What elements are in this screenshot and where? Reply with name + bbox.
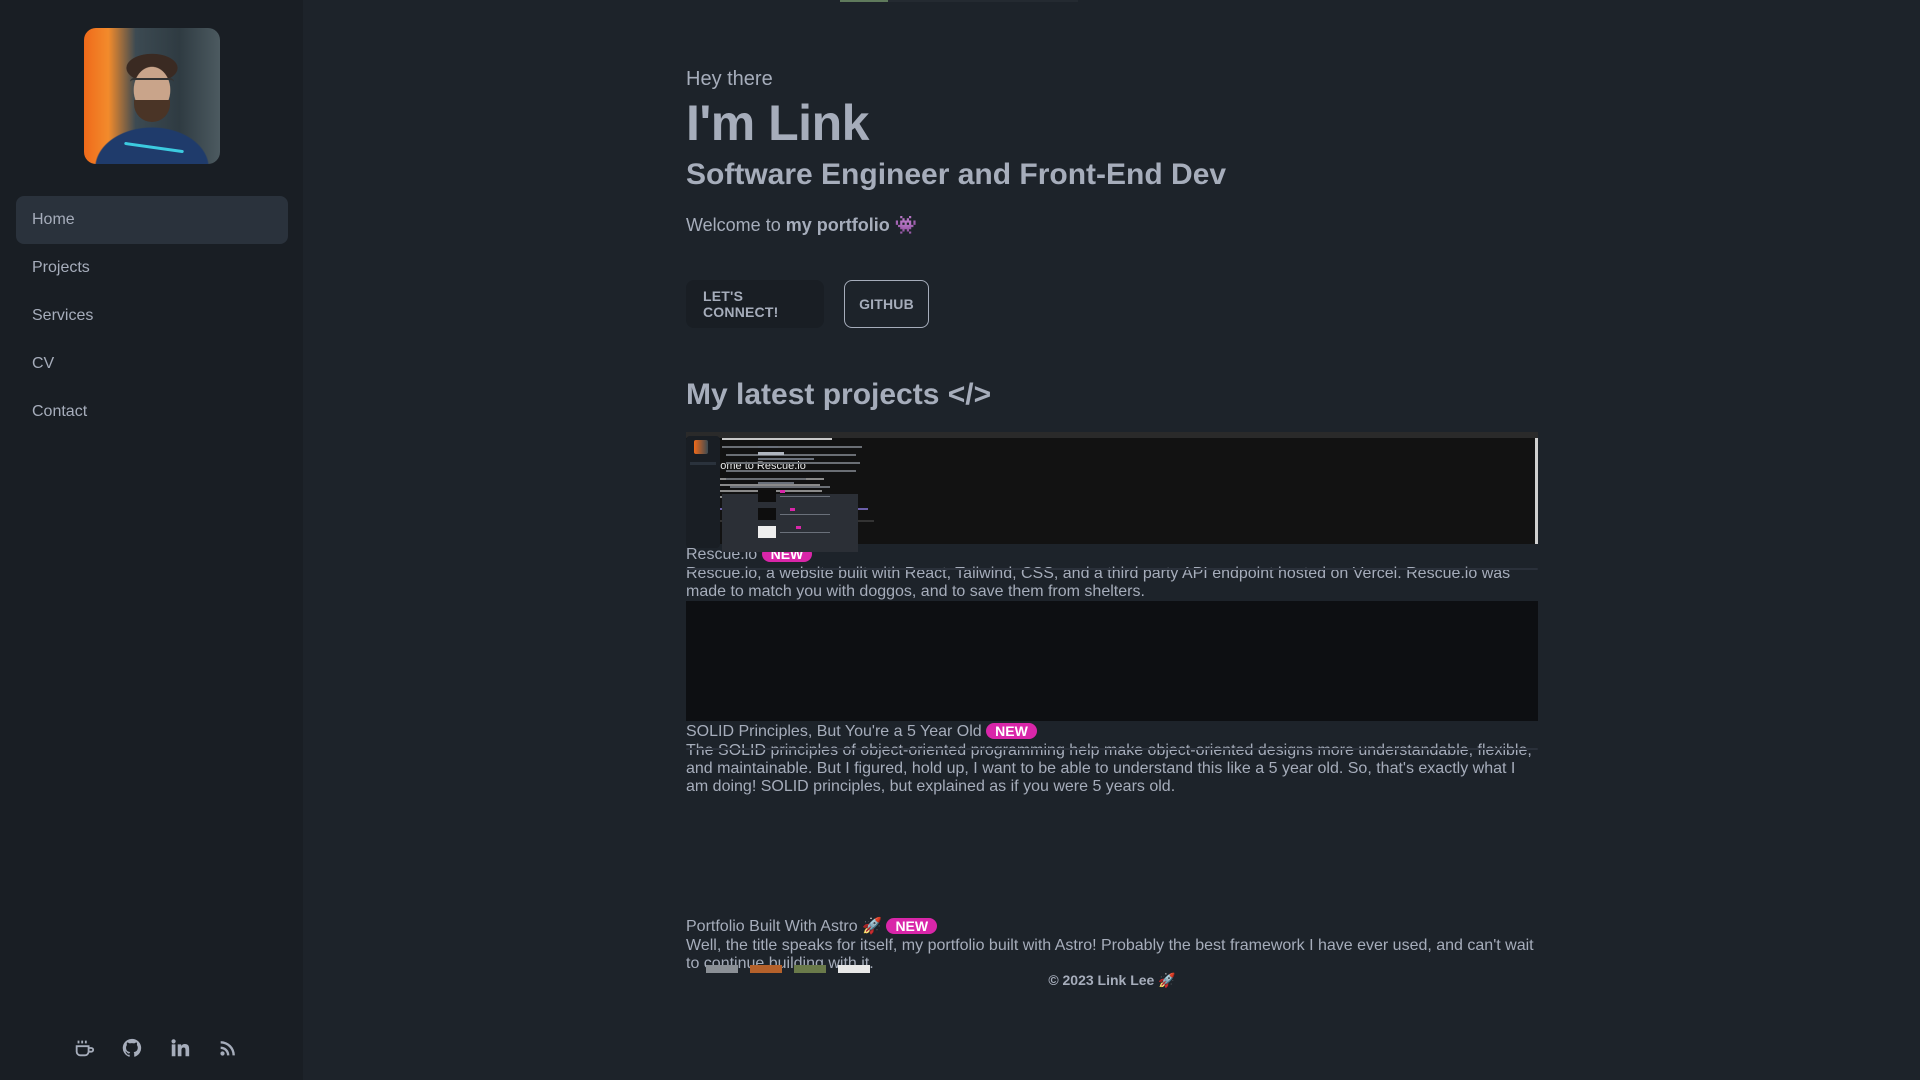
scroll-progress-fill — [840, 0, 888, 2]
thumb-line — [722, 438, 832, 440]
project-divider — [686, 748, 1538, 750]
thumb-box — [758, 508, 776, 520]
project-title-link[interactable]: SOLID Principles, But You're a 5 Year Ol… — [686, 723, 982, 740]
linkedin-icon[interactable] — [156, 1032, 204, 1064]
thumb-box — [758, 490, 776, 502]
hero-name: I'm Link — [686, 95, 869, 151]
hero-buttons: LET'S CONNECT! GITHUB — [686, 280, 929, 328]
thumb-line — [722, 446, 862, 448]
project-info-solid-principles: SOLID Principles, But You're a 5 Year Ol… — [686, 721, 1538, 796]
thumb-line — [730, 486, 830, 488]
hero-welcome: Welcome to my portfolio 👾 — [686, 215, 917, 236]
project-list: Welcome to Rescue.io Rescue.io NEW Rescu… — [686, 432, 1538, 973]
sidebar-nav: Home Projects Services CV Contact — [16, 196, 288, 436]
thumb-line — [758, 458, 814, 460]
thumb-badge — [780, 490, 785, 493]
thumb-line — [726, 454, 856, 456]
thumb-line — [758, 452, 784, 455]
rss-icon[interactable] — [204, 1032, 252, 1064]
project-thumbnail-astro-portfolio[interactable] — [686, 436, 1538, 916]
project-description: The SOLID principles of object-oriented … — [686, 742, 1532, 795]
project-divider — [686, 568, 1538, 570]
project-description: Rescue.io, a website built with React, T… — [686, 565, 1511, 600]
github-icon[interactable] — [108, 1032, 156, 1064]
avatar — [84, 28, 220, 164]
thumb-badge — [796, 526, 801, 529]
thumb-badge — [790, 508, 795, 511]
thumb-line — [780, 514, 830, 515]
avatar-shirt-stripe — [124, 141, 184, 154]
lets-connect-button[interactable]: LET'S CONNECT! — [686, 280, 824, 328]
new-badge: NEW — [886, 918, 938, 934]
latest-projects-heading: My latest projects </> — [686, 378, 992, 411]
sidebar-item-services[interactable]: Services — [16, 292, 288, 340]
scroll-progress-bar — [840, 0, 1078, 2]
project-info-rescue-io: Rescue.io NEW Rescue.io, a website built… — [686, 544, 1538, 601]
thumb-line — [726, 478, 806, 480]
thumb-line — [726, 462, 860, 464]
welcome-portfolio-link: my portfolio — [785, 215, 890, 235]
avatar-beard — [134, 100, 170, 122]
social-links — [60, 1032, 260, 1064]
project-title-row: SOLID Principles, But You're a 5 Year Ol… — [686, 721, 1538, 742]
coffee-icon[interactable] — [60, 1032, 108, 1064]
thumb-box — [758, 526, 776, 538]
thumb-line — [758, 446, 778, 448]
github-button[interactable]: GITHUB — [844, 280, 929, 328]
new-badge: NEW — [986, 723, 1037, 739]
thumb-code-block — [722, 494, 858, 552]
project-thumbnail-solid-principles[interactable] — [686, 438, 1538, 721]
sidebar-item-cv[interactable]: CV — [16, 340, 288, 388]
avatar-glasses — [130, 78, 174, 88]
sidebar-item-projects[interactable]: Projects — [16, 244, 288, 292]
thumb-line — [780, 496, 830, 497]
hero-role: Software Engineer and Front-End Dev — [686, 158, 1227, 191]
thumb-avatar — [694, 440, 708, 454]
hero-greeting: Hey there — [686, 68, 773, 90]
welcome-prefix: Welcome to — [686, 215, 786, 235]
sidebar-item-contact[interactable]: Contact — [16, 388, 288, 436]
project-title-link[interactable]: Portfolio Built With Astro 🚀 — [686, 918, 882, 935]
thumb-line — [726, 470, 856, 472]
sidebar-item-home[interactable]: Home — [16, 196, 288, 244]
thumb-line — [780, 532, 830, 533]
project-title-row: Portfolio Built With Astro 🚀 NEW — [686, 916, 1538, 937]
thumb-line — [758, 482, 794, 484]
footer-copyright: © 2023 Link Lee 🚀 — [1048, 972, 1176, 988]
thumb-line — [690, 462, 716, 465]
sidebar: Home Projects Services CV Contact — [0, 0, 303, 1080]
alien-monster-icon: 👾 — [894, 215, 918, 235]
